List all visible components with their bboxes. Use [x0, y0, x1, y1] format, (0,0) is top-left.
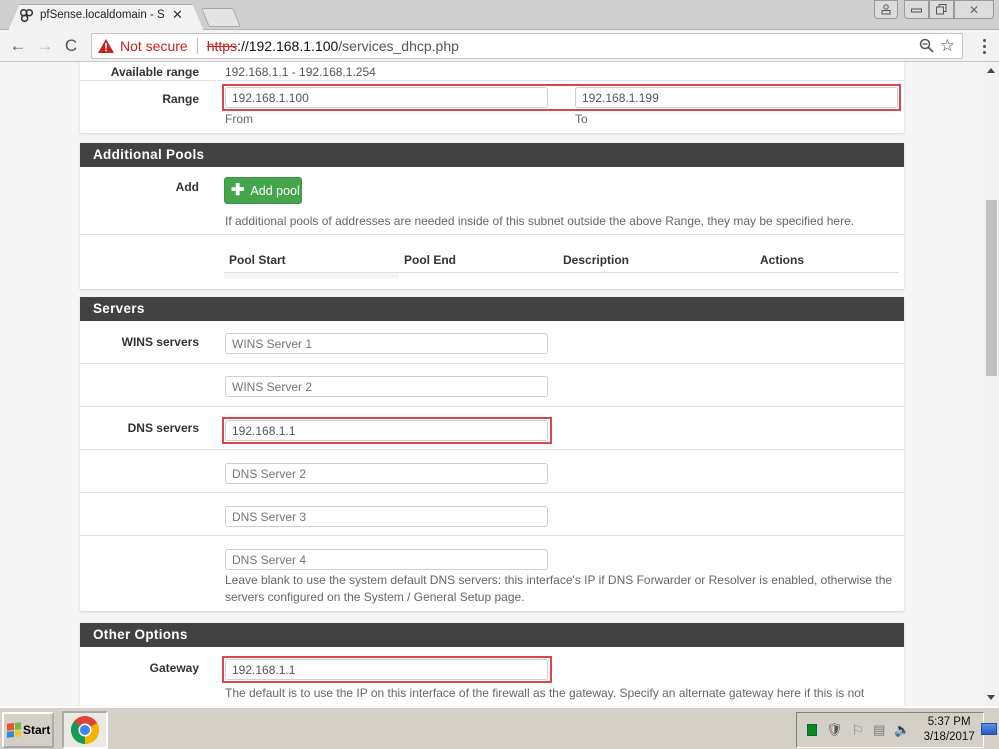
- available-range-row: Available range 192.168.1.1 - 192.168.1.…: [80, 62, 904, 81]
- servers-heading: Servers: [80, 297, 904, 321]
- url-scheme: https: [206, 38, 238, 54]
- network-activity-icon[interactable]: [807, 724, 817, 736]
- gateway-label: Gateway: [149, 661, 199, 675]
- dns-row-3: [80, 493, 904, 536]
- arrow-right-icon: →: [36, 36, 54, 55]
- taskbar: Start 🛡 ⚐ ▤ 🔈 5:37 PM 3/18/2017: [0, 706, 999, 749]
- new-tab-button[interactable]: [201, 8, 241, 27]
- close-window-button[interactable]: ✕: [954, 0, 994, 19]
- add-pool-label: Add pool: [250, 183, 300, 198]
- table-empty-row: [224, 273, 399, 278]
- reload-button[interactable]: C: [61, 36, 81, 56]
- volume-icon[interactable]: 🔈: [894, 722, 910, 738]
- action-center-flag-icon[interactable]: ⚐: [852, 722, 865, 739]
- url-host: ://192.168.1.100: [237, 38, 339, 54]
- dns-servers-label: DNS servers: [127, 421, 199, 435]
- reload-icon: C: [64, 36, 78, 55]
- dns-row-4: Leave blank to use the system default DN…: [80, 536, 904, 611]
- show-desktop-button[interactable]: [981, 723, 997, 735]
- system-tray: 🛡 ⚐ ▤ 🔈 5:37 PM 3/18/2017: [796, 712, 984, 748]
- close-icon: ✕: [968, 2, 980, 17]
- available-range-label: Available range: [110, 65, 199, 79]
- browser-tab-strip: pfSense.localdomain - Serv ✕ ✕: [0, 0, 999, 30]
- scroll-up-arrow-icon[interactable]: [987, 68, 995, 73]
- address-bar[interactable]: Not secure https://192.168.1.100/service…: [91, 33, 963, 59]
- forward-button[interactable]: →: [35, 36, 55, 56]
- available-range-value: 192.168.1.1 - 192.168.1.254: [225, 65, 376, 79]
- dns-row-2: [80, 450, 904, 493]
- windows-logo-icon: [7, 722, 21, 738]
- wins-row-1: WINS servers: [80, 321, 904, 364]
- chrome-logo-icon: [71, 716, 99, 744]
- dns-help-line-2: servers configured on the System / Gener…: [225, 590, 525, 604]
- wins-servers-label: WINS servers: [121, 335, 199, 349]
- range-from-caption: From: [225, 112, 253, 126]
- pfsense-logo-icon: [18, 7, 34, 23]
- kebab-menu-icon[interactable]: [978, 36, 990, 56]
- scrollbar-thumb[interactable]: [986, 200, 997, 376]
- page-scrollbar[interactable]: [984, 62, 999, 706]
- taskbar-chrome-button[interactable]: [62, 711, 108, 749]
- url-path: /services_dhcp.php: [338, 38, 459, 54]
- arrow-left-icon: ←: [9, 36, 27, 55]
- warning-triangle-icon: [98, 39, 114, 53]
- additional-pools-heading: Additional Pools: [80, 143, 904, 167]
- wins-row-2: [80, 364, 904, 407]
- dns-server-1-input[interactable]: [225, 420, 548, 441]
- column-actions: Actions: [760, 253, 805, 267]
- range-panel: Available range 192.168.1.1 - 192.168.1.…: [80, 62, 904, 133]
- star-icon[interactable]: ☆: [940, 36, 955, 56]
- restore-button[interactable]: [929, 0, 954, 19]
- back-button[interactable]: ←: [8, 36, 28, 56]
- clock-time: 5:37 PM: [927, 716, 971, 728]
- add-pool-help: If additional pools of addresses are nee…: [225, 214, 855, 228]
- browser-toolbar: ← → C Not secure https://192.168.1.100/s…: [0, 30, 999, 62]
- wins-server-2-input[interactable]: [225, 376, 548, 397]
- add-pool-button[interactable]: ✚ Add pool: [224, 177, 302, 204]
- plus-icon: ✚: [231, 181, 245, 199]
- additional-pools-panel: Additional Pools Add ✚ Add pool If addit…: [80, 143, 904, 289]
- divider: [196, 38, 198, 54]
- security-status[interactable]: Not secure: [120, 38, 188, 54]
- column-description: Description: [563, 253, 630, 267]
- add-label: Add: [175, 180, 199, 194]
- gateway-help: The default is to use the IP on this int…: [225, 686, 865, 700]
- start-label: Start: [23, 723, 51, 737]
- minimize-button[interactable]: [904, 0, 929, 19]
- dns-server-3-input[interactable]: [225, 506, 548, 527]
- scroll-down-arrow-icon[interactable]: [987, 695, 995, 700]
- servers-panel: Servers WINS servers DNS servers Leave b…: [80, 297, 904, 611]
- security-shield-icon[interactable]: 🛡: [826, 722, 843, 738]
- range-to-caption: To: [575, 112, 588, 126]
- column-pool-end: Pool End: [404, 253, 456, 267]
- dns-row-1: DNS servers: [80, 407, 904, 450]
- other-options-panel: Other Options Gateway The default is to …: [80, 623, 904, 706]
- dns-help-line-1: Leave blank to use the system default DN…: [225, 573, 893, 587]
- range-to-input[interactable]: [575, 87, 898, 108]
- dns-server-4-input[interactable]: [225, 549, 548, 570]
- profile-button[interactable]: [874, 0, 898, 19]
- add-pool-row: Add ✚ Add pool If additional pools of ad…: [80, 167, 904, 235]
- clock-date: 3/18/2017: [923, 731, 975, 743]
- tab-title: pfSense.localdomain - Serv: [40, 9, 164, 21]
- dns-server-2-input[interactable]: [225, 463, 548, 484]
- close-tab-icon[interactable]: ✕: [172, 7, 183, 23]
- network-icon[interactable]: ▤: [873, 722, 885, 738]
- gateway-input[interactable]: [225, 659, 548, 680]
- range-row: Range From To: [80, 81, 904, 133]
- other-options-heading: Other Options: [80, 623, 904, 647]
- pools-table: Pool Start Pool End Description Actions: [80, 235, 904, 289]
- zoom-out-icon[interactable]: [919, 38, 934, 57]
- column-pool-start: Pool Start: [229, 253, 286, 267]
- start-button[interactable]: Start: [2, 712, 54, 748]
- range-from-input[interactable]: [225, 87, 548, 108]
- wins-server-1-input[interactable]: [225, 333, 548, 354]
- gateway-row: Gateway The default is to use the IP on …: [80, 647, 904, 706]
- browser-tab-content[interactable]: pfSense.localdomain - Serv ✕: [18, 5, 208, 25]
- range-label: Range: [162, 92, 199, 106]
- page-viewport: Available range 192.168.1.1 - 192.168.1.…: [0, 62, 984, 706]
- clock[interactable]: 5:37 PM 3/18/2017: [924, 715, 975, 745]
